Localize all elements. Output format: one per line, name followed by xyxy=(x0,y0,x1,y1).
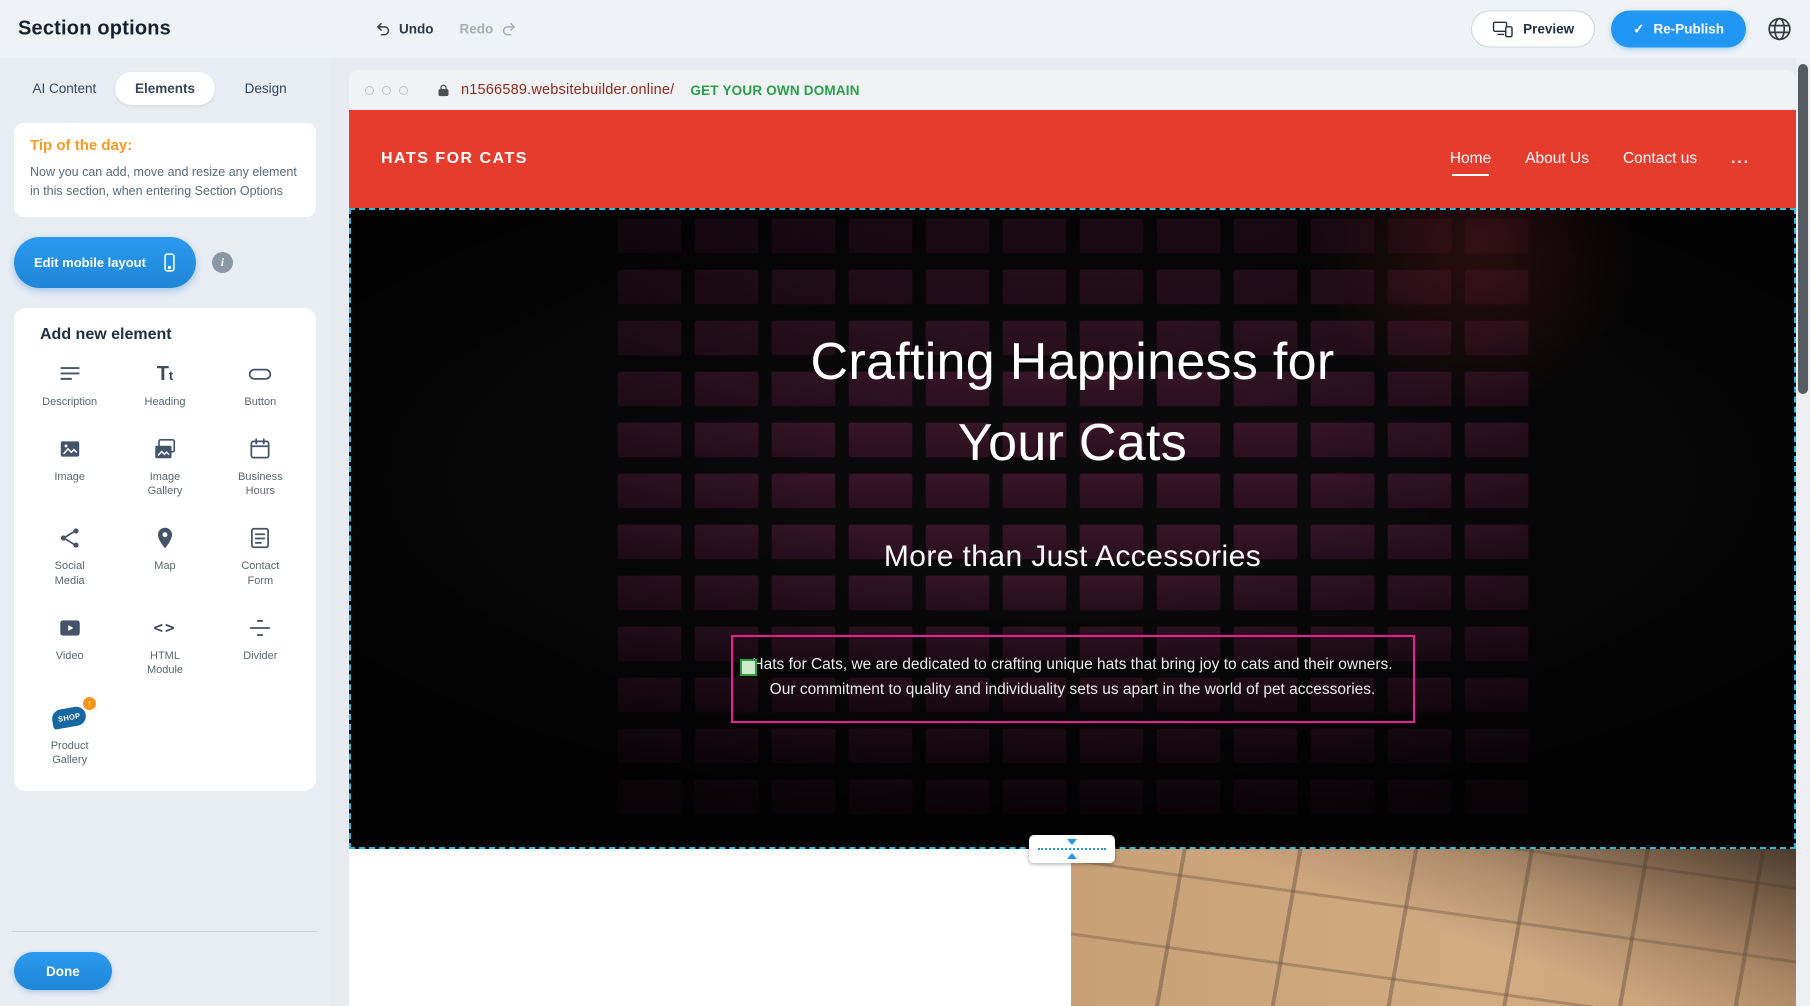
tip-of-the-day-card: Tip of the day: Now you can add, move an… xyxy=(14,123,316,217)
tab-elements[interactable]: Elements xyxy=(115,72,216,105)
element-grid: Description Tt Heading Button Ima xyxy=(22,360,308,768)
lock-icon xyxy=(436,83,451,98)
hero-paragraph[interactable]: Hats for Cats, we are dedicated to craft… xyxy=(745,653,1401,703)
page-title: Section options xyxy=(18,18,171,41)
hero-subheading[interactable]: More than Just Accessories xyxy=(351,540,1794,574)
nav-item-home[interactable]: Home xyxy=(1450,146,1491,172)
add-element-card: Add new element Description Tt Heading xyxy=(14,308,316,792)
heading-icon: Tt xyxy=(157,360,174,388)
resize-dotted-line xyxy=(1038,848,1106,850)
product-gallery-icon: SHOP ↑ xyxy=(52,704,86,732)
site-nav: Home About Us Contact us ... xyxy=(1450,146,1750,172)
sidebar-tabs: AI Content Elements Design xyxy=(14,72,316,105)
top-bar: Section options Undo Redo Preview xyxy=(0,0,1810,58)
done-button[interactable]: Done xyxy=(14,952,112,990)
republish-button[interactable]: ✓ Re-Publish xyxy=(1611,11,1746,48)
undo-button[interactable]: Undo xyxy=(375,21,434,38)
preview-button[interactable]: Preview xyxy=(1471,11,1595,48)
upgrade-badge-icon: ↑ xyxy=(83,697,96,710)
drag-handle-green[interactable] xyxy=(740,659,757,676)
window-dot xyxy=(382,86,391,95)
check-icon: ✓ xyxy=(1633,21,1644,37)
redo-button[interactable]: Redo xyxy=(460,21,518,38)
element-item-social-media[interactable]: Social Media xyxy=(22,524,117,588)
add-element-title: Add new element xyxy=(40,326,308,344)
element-item-description[interactable]: Description xyxy=(22,360,117,409)
element-item-button[interactable]: Button xyxy=(213,360,308,409)
edit-mobile-layout-button[interactable]: Edit mobile layout xyxy=(14,237,196,288)
language-globe-button[interactable] xyxy=(1762,12,1796,46)
tab-design[interactable]: Design xyxy=(215,72,316,105)
window-dots xyxy=(365,86,408,95)
image-icon xyxy=(57,435,83,463)
devices-icon xyxy=(1492,20,1514,38)
section-options-sidebar: AI Content Elements Design Tip of the da… xyxy=(0,58,330,1006)
next-section-image[interactable] xyxy=(1071,849,1796,1006)
description-icon xyxy=(57,360,83,388)
element-item-product-gallery[interactable]: SHOP ↑ Product Gallery xyxy=(22,704,117,768)
tip-title: Tip of the day: xyxy=(30,137,300,154)
element-item-image-gallery[interactable]: Image Gallery xyxy=(117,435,212,499)
nav-item-about[interactable]: About Us xyxy=(1525,146,1589,172)
phone-icon xyxy=(159,252,180,273)
hero-heading[interactable]: Crafting Happiness for Your Cats xyxy=(753,322,1393,483)
tab-ai-content[interactable]: AI Content xyxy=(14,72,115,105)
undo-icon xyxy=(375,21,392,38)
selected-text-element[interactable]: Hats for Cats, we are dedicated to craft… xyxy=(731,635,1415,723)
tip-body: Now you can add, move and resize any ele… xyxy=(30,163,300,201)
hero-section[interactable]: Crafting Happiness for Your Cats More th… xyxy=(349,208,1796,849)
info-icon[interactable]: i xyxy=(212,252,233,273)
browser-chrome-bar: n1566589.websitebuilder.online/ GET YOUR… xyxy=(349,70,1796,110)
next-section xyxy=(349,849,1796,1006)
nav-item-contact[interactable]: Contact us xyxy=(1623,146,1697,172)
element-item-video[interactable]: Video xyxy=(22,614,117,678)
map-pin-icon xyxy=(152,524,178,552)
image-gallery-icon xyxy=(152,435,178,463)
nav-more-button[interactable]: ... xyxy=(1731,146,1750,172)
site-header[interactable]: HATS FOR CATS Home About Us Contact us .… xyxy=(349,110,1796,208)
business-hours-icon xyxy=(247,435,273,463)
element-item-heading[interactable]: Tt Heading xyxy=(117,360,212,409)
window-dot xyxy=(399,86,408,95)
element-item-divider[interactable]: Divider xyxy=(213,614,308,678)
button-icon xyxy=(247,360,273,388)
social-media-icon xyxy=(57,524,83,552)
site-url[interactable]: n1566589.websitebuilder.online/ xyxy=(461,82,674,98)
element-item-contact-form[interactable]: Contact Form xyxy=(213,524,308,588)
topbar-actions: Preview ✓ Re-Publish xyxy=(1471,11,1796,48)
page-scrollbar[interactable] xyxy=(1796,58,1810,1006)
window-dot xyxy=(365,86,374,95)
video-icon xyxy=(57,614,83,642)
app-window: Section options Undo Redo Preview xyxy=(0,0,1810,1006)
divider-icon xyxy=(247,614,273,642)
element-item-map[interactable]: Map xyxy=(117,524,212,588)
arrow-up-icon xyxy=(1067,853,1077,859)
redo-icon xyxy=(500,21,517,38)
scrollbar-thumb[interactable] xyxy=(1798,64,1808,394)
element-item-business-hours[interactable]: Business Hours xyxy=(213,435,308,499)
arrow-down-icon xyxy=(1067,839,1077,845)
editor-canvas: n1566589.websitebuilder.online/ GET YOUR… xyxy=(330,58,1796,1006)
next-section-content[interactable] xyxy=(349,849,1071,1006)
undo-redo-group: Undo Redo xyxy=(375,21,517,38)
sidebar-divider xyxy=(12,931,318,932)
site-logo[interactable]: HATS FOR CATS xyxy=(381,150,528,168)
html-module-icon: <> xyxy=(153,614,176,642)
brick-wall-background xyxy=(617,218,1529,815)
get-domain-link[interactable]: GET YOUR OWN DOMAIN xyxy=(690,83,859,98)
element-item-html-module[interactable]: <> HTML Module xyxy=(117,614,212,678)
element-item-image[interactable]: Image xyxy=(22,435,117,499)
section-resize-handle[interactable] xyxy=(1029,835,1115,863)
globe-icon xyxy=(1766,16,1793,43)
contact-form-icon xyxy=(247,524,273,552)
website-preview: HATS FOR CATS Home About Us Contact us .… xyxy=(349,110,1796,1006)
